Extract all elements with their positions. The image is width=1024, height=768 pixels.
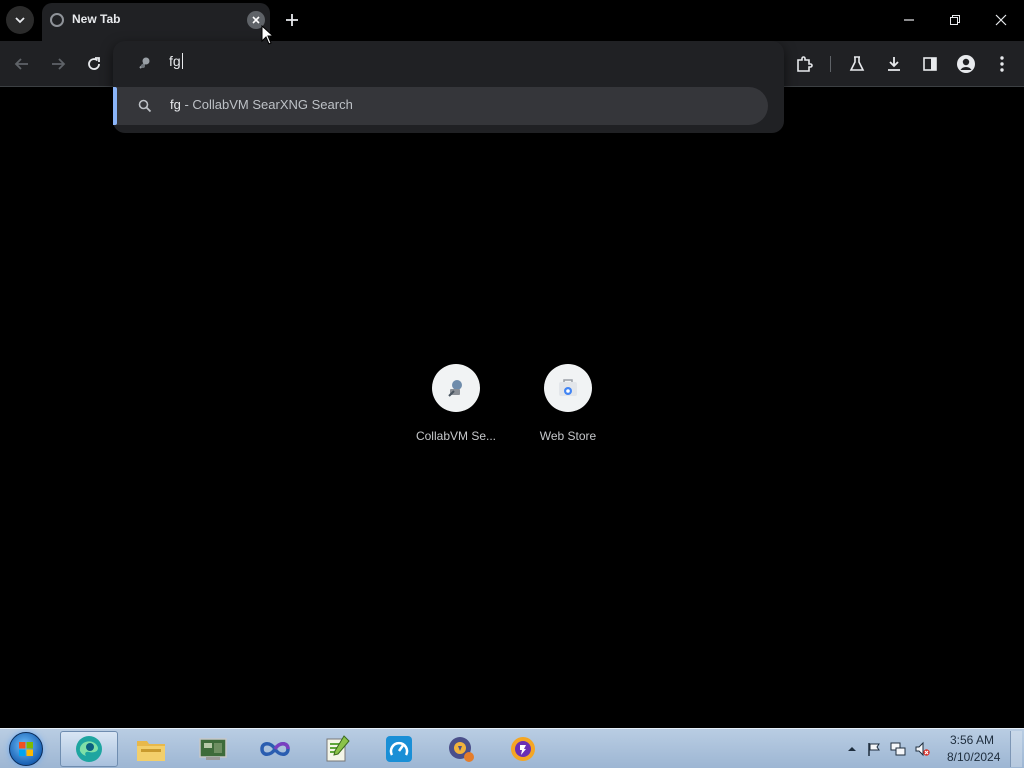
web-store-icon — [559, 379, 577, 396]
start-button[interactable] — [6, 731, 46, 767]
clock-date[interactable]: 8/10/2024 — [947, 750, 1000, 764]
extensions-button[interactable] — [791, 51, 817, 77]
taskbar-vpn-app[interactable] — [432, 731, 490, 767]
browser-window: New Tab fg fg - CollabVM SearXNG Search … — [0, 0, 1024, 768]
forward-icon — [52, 58, 66, 70]
shortcut-icon-tile — [544, 364, 592, 412]
taskbar-notepad-plus-plus[interactable] — [308, 731, 366, 767]
tab-search-button[interactable] — [6, 6, 34, 34]
labs-button[interactable] — [844, 51, 870, 77]
chevron-down-icon — [15, 17, 25, 24]
network-icon[interactable] — [890, 741, 906, 757]
reload-icon — [88, 57, 100, 70]
windows-logo-icon — [19, 742, 33, 756]
profile-icon — [957, 55, 975, 73]
extensions-icon — [797, 56, 813, 72]
taskbar-file-explorer[interactable] — [122, 731, 180, 767]
tray-expand-icon[interactable] — [844, 741, 860, 757]
searxng-icon — [448, 380, 462, 397]
action-center-flag-icon[interactable] — [866, 741, 882, 757]
address-bar-text: fg — [169, 53, 181, 69]
restore-button[interactable] — [940, 6, 970, 34]
close-icon — [252, 16, 260, 24]
restore-icon — [950, 15, 960, 25]
tab-title: New Tab — [72, 12, 121, 26]
taskbar-edge[interactable] — [60, 731, 118, 767]
forward-button[interactable] — [45, 51, 71, 77]
side-panel-icon — [923, 57, 937, 71]
tab-strip: New Tab — [0, 0, 1024, 41]
suggestion-text: fg - CollabVM SearXNG Search — [170, 97, 353, 112]
tab-new-tab[interactable]: New Tab — [42, 3, 270, 41]
infinity-app-icon — [260, 742, 290, 756]
start-orb-icon — [9, 732, 43, 766]
close-icon — [995, 14, 1007, 26]
taskbar-browser[interactable] — [494, 731, 552, 767]
download-icon — [888, 57, 900, 71]
volume-muted-icon[interactable] — [914, 741, 930, 757]
suggestion-query: fg — [170, 97, 181, 112]
file-explorer-icon — [137, 741, 165, 761]
search-icon — [138, 99, 152, 113]
back-button[interactable] — [9, 51, 35, 77]
clock-time[interactable]: 3:56 AM — [950, 733, 994, 747]
selection-indicator — [113, 87, 117, 125]
shortcut-label: CollabVM Se... — [415, 429, 497, 443]
downloads-button[interactable] — [881, 51, 907, 77]
side-panel-button[interactable] — [917, 51, 943, 77]
taskbar: 3:56 AM 8/10/2024 — [0, 728, 1024, 768]
taskbar-device-manager[interactable] — [184, 731, 242, 767]
close-window-button[interactable] — [986, 6, 1016, 34]
shortcut-collabvm-search[interactable]: CollabVM Se... — [400, 364, 512, 454]
suggestion-engine: CollabVM SearXNG Search — [192, 97, 353, 112]
suggestion-separator: - — [180, 97, 193, 112]
shortcut-web-store[interactable]: Web Store — [512, 364, 624, 454]
show-desktop-button[interactable] — [1010, 731, 1022, 767]
minimize-icon — [904, 19, 914, 21]
address-bar-input[interactable]: fg — [169, 53, 183, 69]
browser-icon — [511, 737, 535, 761]
omnibox-popup: fg fg - CollabVM SearXNG Search — [113, 41, 784, 133]
taskbar-speedtest[interactable] — [370, 731, 428, 767]
menu-icon — [1000, 56, 1004, 72]
taskbar-infinity-app[interactable] — [246, 731, 304, 767]
text-caret — [181, 53, 183, 69]
profile-button[interactable] — [953, 51, 979, 77]
searxng-icon — [139, 57, 150, 69]
labs-icon — [849, 56, 865, 71]
device-manager-icon — [199, 738, 227, 760]
shortcut-label: Web Store — [539, 429, 597, 443]
new-tab-button[interactable] — [280, 8, 304, 32]
speedtest-icon — [386, 736, 412, 762]
shortcut-icon-tile — [432, 364, 480, 412]
plus-icon — [286, 14, 298, 26]
mouse-cursor-icon — [261, 25, 275, 45]
notepad-plus-plus-icon — [326, 735, 350, 762]
globe-icon — [50, 13, 64, 27]
menu-button[interactable] — [989, 51, 1015, 77]
reload-button[interactable] — [81, 51, 107, 77]
minimize-button[interactable] — [894, 6, 924, 34]
toolbar-divider — [830, 56, 831, 72]
back-icon — [14, 58, 28, 70]
edge-icon — [76, 736, 102, 762]
vpn-app-icon — [449, 737, 474, 762]
omnibox-suggestion[interactable]: fg - CollabVM SearXNG Search — [113, 87, 768, 125]
